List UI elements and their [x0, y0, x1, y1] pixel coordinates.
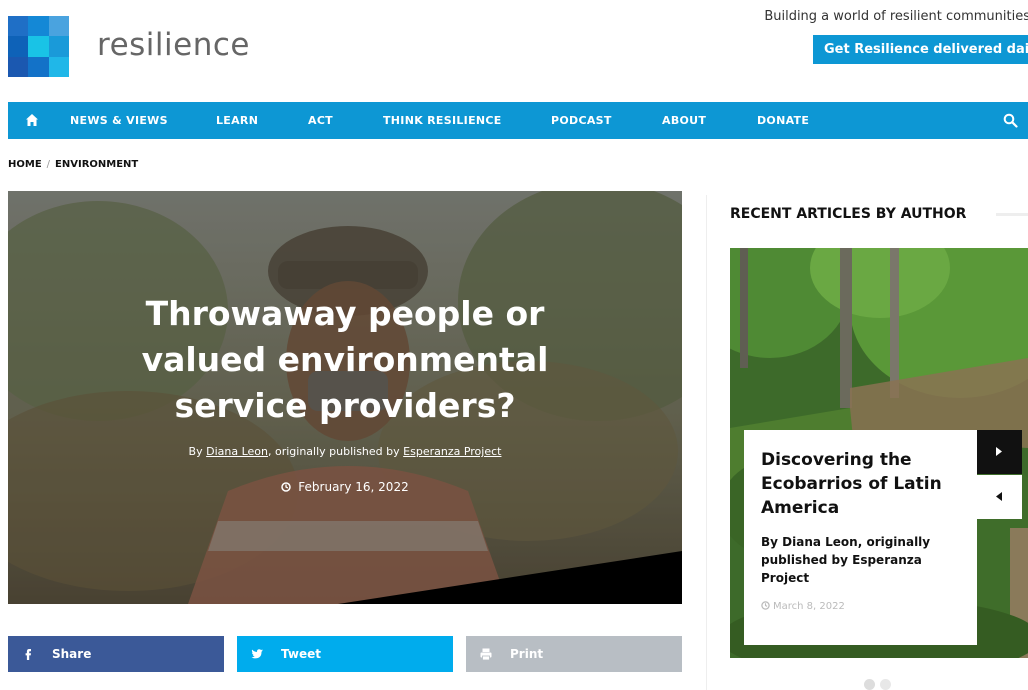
- site-name[interactable]: resilience: [97, 27, 250, 63]
- nav-item-about[interactable]: ABOUT: [662, 102, 706, 139]
- print-icon: [480, 648, 492, 661]
- author-link[interactable]: Diana Leon: [206, 445, 268, 458]
- logo-mark[interactable]: [8, 16, 69, 77]
- article-date: February 16, 2022: [8, 480, 682, 494]
- share-facebook-button[interactable]: Share: [8, 636, 224, 672]
- carousel-dot[interactable]: [880, 679, 891, 690]
- share-label: Share: [52, 647, 92, 661]
- search-icon[interactable]: [1003, 113, 1018, 128]
- clock-icon: [281, 482, 292, 492]
- article-date-text: February 16, 2022: [298, 480, 409, 494]
- carousel-next-button[interactable]: [977, 430, 1022, 474]
- nav-item-learn[interactable]: LEARN: [216, 102, 258, 139]
- main-nav: NEWS & VIEWS LEARN ACT THINK RESILIENCE …: [8, 102, 1028, 139]
- breadcrumb-separator: /: [46, 159, 51, 170]
- carousel-prev-button[interactable]: [977, 475, 1022, 519]
- logo-tile: [49, 57, 69, 77]
- heading-rule: [996, 213, 1028, 216]
- site-tagline: Building a world of resilient communitie…: [764, 9, 1028, 24]
- breadcrumb-environment[interactable]: ENVIRONMENT: [55, 159, 138, 170]
- article-title: Throwaway people or valued environmental…: [141, 294, 549, 425]
- breadcrumb-home[interactable]: HOME: [8, 159, 42, 170]
- arrow-right-icon: [996, 447, 1002, 456]
- home-icon[interactable]: [25, 113, 39, 127]
- share-twitter-button[interactable]: Tweet: [237, 636, 453, 672]
- logo-tile: [28, 16, 49, 36]
- logo-tile: [8, 57, 28, 77]
- subscribe-button[interactable]: Get Resilience delivered daily: [813, 35, 1028, 64]
- facebook-icon: [25, 649, 31, 660]
- logo-tile: [49, 16, 69, 36]
- nav-item-podcast[interactable]: PODCAST: [551, 102, 612, 139]
- nav-item-donate[interactable]: DONATE: [757, 102, 809, 139]
- recent-article-byline: By Diana Leon, originally published by E…: [761, 535, 931, 585]
- nav-item-news-views[interactable]: NEWS & VIEWS: [70, 102, 168, 139]
- print-label: Print: [510, 647, 544, 661]
- clock-icon: [761, 601, 770, 610]
- breadcrumb: HOME / ENVIRONMENT: [8, 159, 138, 170]
- article-hero: Throwaway people or valued environmental…: [8, 191, 682, 604]
- source-link[interactable]: Esperanza Project: [403, 445, 501, 458]
- article-byline: By Diana Leon, originally published by E…: [8, 445, 682, 458]
- twitter-icon: [251, 649, 263, 659]
- recent-article-title[interactable]: Discovering the Ecobarrios of Latin Amer…: [761, 448, 961, 520]
- byline-mid: , originally published by: [267, 445, 404, 458]
- nav-item-act[interactable]: ACT: [308, 102, 333, 139]
- byline-prefix: By: [188, 445, 207, 458]
- sidebar-heading: RECENT ARTICLES BY AUTHOR: [730, 206, 967, 222]
- recent-article-date-text: March 8, 2022: [773, 601, 845, 612]
- recent-article-card[interactable]: Discovering the Ecobarrios of Latin Amer…: [744, 430, 977, 645]
- logo-tile: [8, 36, 28, 57]
- tweet-label: Tweet: [281, 647, 321, 661]
- logo-tile: [49, 36, 69, 57]
- print-button[interactable]: Print: [466, 636, 682, 672]
- logo-tile: [8, 16, 28, 36]
- sidebar-divider: [706, 195, 707, 690]
- arrow-left-icon: [996, 492, 1002, 501]
- logo-tile: [28, 36, 49, 57]
- carousel-dot[interactable]: [864, 679, 875, 690]
- recent-article-date: March 8, 2022: [761, 601, 845, 612]
- logo-tile: [28, 57, 49, 77]
- nav-item-think-resilience[interactable]: THINK RESILIENCE: [383, 102, 502, 139]
